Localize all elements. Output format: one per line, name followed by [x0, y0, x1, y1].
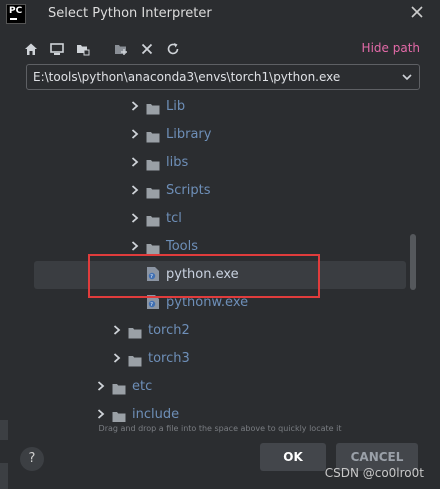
chevron-right-icon[interactable] — [130, 185, 140, 195]
desktop-icon — [50, 43, 64, 55]
refresh-icon — [167, 43, 179, 55]
annotation-highlight-box — [88, 254, 320, 298]
tree-folder-row[interactable]: Lib — [130, 92, 420, 120]
folder-icon — [146, 128, 160, 143]
tree-item-label: torch2 — [148, 322, 190, 338]
tree-item-label: Lib — [166, 98, 186, 114]
chevron-right-icon[interactable] — [96, 381, 106, 391]
new-folder-button[interactable] — [112, 40, 130, 58]
tree-scrollbar[interactable] — [410, 234, 416, 290]
window-title: Select Python Interpreter — [48, 6, 212, 21]
folder-icon — [128, 352, 142, 367]
tree-folder-row[interactable]: etc — [96, 372, 420, 400]
chevron-right-icon[interactable] — [130, 129, 140, 139]
delete-button[interactable] — [138, 40, 156, 58]
tree-item-label: include — [132, 406, 180, 422]
tree-item-label: etc — [132, 378, 153, 394]
drag-drop-hint: Drag and drop a file into the space abov… — [98, 424, 342, 433]
pycharm-app-icon: PC — [6, 4, 26, 24]
chevron-down-icon[interactable] — [401, 71, 413, 83]
tree-item-label: Tools — [166, 238, 199, 254]
chevron-right-icon[interactable] — [130, 213, 140, 223]
help-button[interactable]: ? — [20, 447, 44, 471]
close-button[interactable] — [406, 3, 428, 25]
chevron-right-icon[interactable] — [112, 353, 122, 363]
close-icon — [411, 6, 423, 18]
watermark: CSDN @co0lro0t — [324, 466, 424, 480]
delete-icon — [141, 43, 153, 55]
folder-icon — [128, 324, 142, 339]
tree-folder-row[interactable]: include — [96, 400, 420, 422]
folder-icon — [146, 212, 160, 227]
project-folder-button[interactable] — [74, 40, 92, 58]
folder-icon — [146, 240, 160, 255]
app-icon-text: PC — [9, 6, 23, 16]
chevron-right-icon[interactable] — [112, 325, 122, 335]
folder-icon — [146, 156, 160, 171]
tree-item-label: tcl — [166, 210, 182, 226]
home-icon — [25, 43, 37, 55]
chevron-right-icon[interactable] — [130, 157, 140, 167]
chevron-right-icon[interactable] — [96, 409, 106, 419]
tree-folder-row[interactable]: Library — [130, 120, 420, 148]
folder-icon — [146, 184, 160, 199]
refresh-button[interactable] — [164, 40, 182, 58]
tree-item-label: torch3 — [148, 350, 190, 366]
hide-path-link[interactable]: Hide path — [362, 41, 420, 55]
chevron-right-icon[interactable] — [130, 241, 140, 251]
tree-item-label: Library — [166, 126, 212, 142]
title-bar: PC Select Python Interpreter — [0, 0, 440, 30]
folder-icon — [112, 380, 126, 395]
tree-item-label: libs — [166, 154, 189, 170]
file-chooser-toolbar: Hide path — [22, 38, 432, 60]
tree-folder-row[interactable]: tcl — [130, 204, 420, 232]
tree-folder-row[interactable]: libs — [130, 148, 420, 176]
tree-folder-row[interactable]: Scripts — [130, 176, 420, 204]
desktop-button[interactable] — [48, 40, 66, 58]
tree-folder-row[interactable]: torch3 — [112, 344, 420, 372]
project-folder-icon — [77, 45, 90, 56]
folder-icon — [112, 408, 126, 422]
tree-folder-row[interactable]: torch2 — [112, 316, 420, 344]
home-button[interactable] — [22, 40, 40, 58]
path-value: E:\tools\python\anaconda3\envs\torch1\py… — [33, 70, 341, 84]
path-input[interactable]: E:\tools\python\anaconda3\envs\torch1\py… — [26, 64, 420, 90]
svg-text:?: ? — [150, 302, 153, 308]
new-folder-icon — [115, 45, 127, 55]
ok-button[interactable]: OK — [260, 443, 326, 471]
folder-icon — [146, 100, 160, 115]
tree-item-label: Scripts — [166, 182, 211, 198]
chevron-right-icon[interactable] — [130, 101, 140, 111]
